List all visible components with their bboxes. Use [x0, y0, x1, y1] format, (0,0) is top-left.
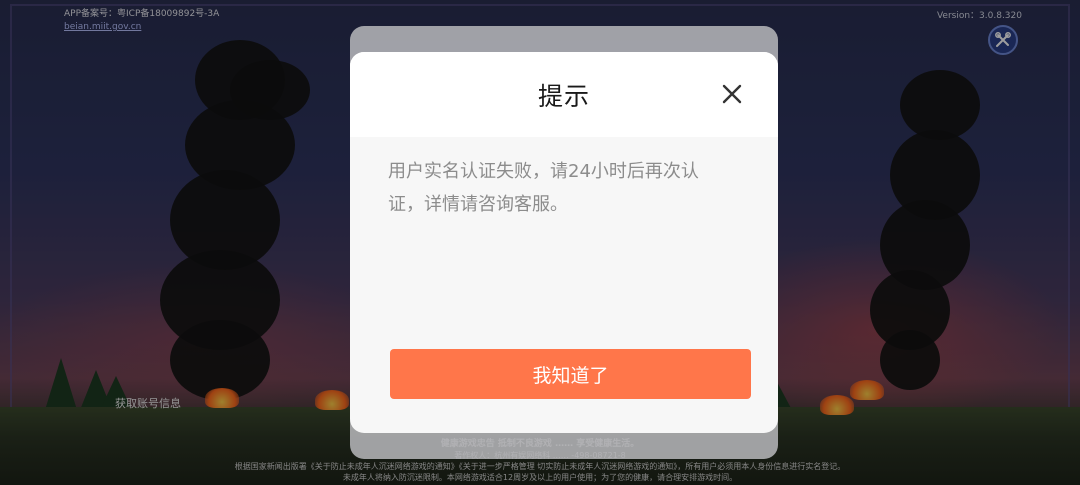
- dialog-message: 用户实名认证失败，请24小时后再次认证，详情请咨询客服。: [388, 161, 699, 215]
- alert-dialog: 提示 用户实名认证失败，请24小时后再次认证，详情请咨询客服。 我知道了: [350, 52, 778, 433]
- close-icon: [722, 84, 742, 104]
- dialog-header: 提示: [350, 52, 778, 137]
- confirm-button[interactable]: 我知道了: [390, 349, 751, 399]
- dialog-title: 提示: [537, 81, 590, 111]
- close-button[interactable]: [720, 82, 744, 106]
